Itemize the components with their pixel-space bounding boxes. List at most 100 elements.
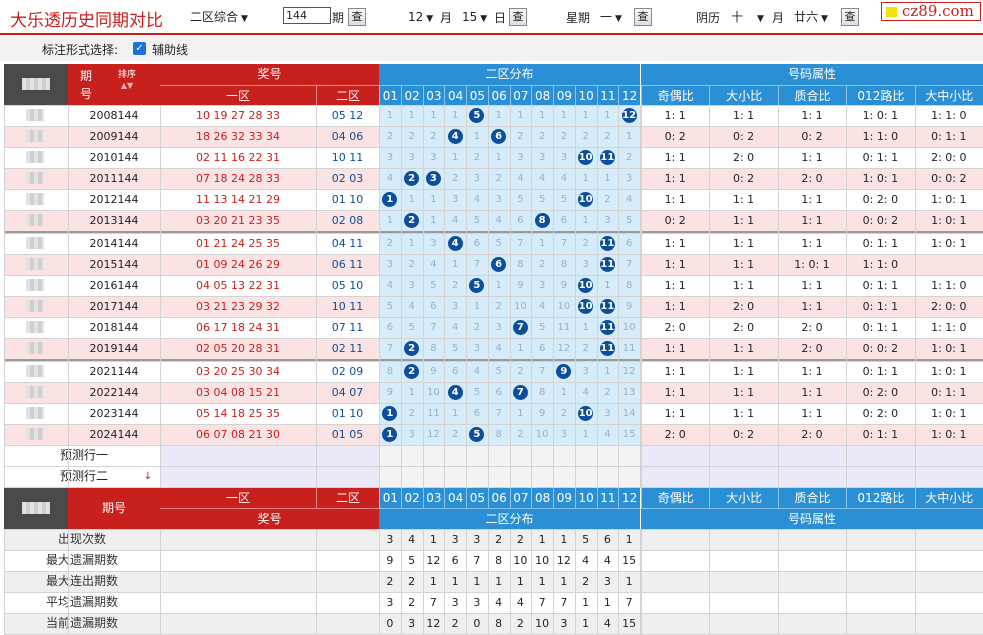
stat-value: 7 — [553, 592, 575, 613]
predict-dist-cell[interactable] — [466, 445, 488, 466]
predict-attr-area — [641, 445, 983, 466]
predict-dist-cell[interactable] — [400, 466, 423, 487]
stat-value: 1 — [618, 529, 640, 550]
query-date-button[interactable]: 查 — [509, 8, 527, 26]
query-lunar-button[interactable]: 查 — [841, 8, 859, 26]
predict-dist-cell[interactable] — [400, 445, 423, 466]
predict-dist-cell[interactable] — [422, 445, 445, 466]
query-issue-button[interactable]: 查 — [348, 8, 366, 26]
predict-dist-cell[interactable] — [531, 445, 553, 466]
row-attr: 1: 1 — [777, 361, 847, 382]
day-value: 15 — [462, 10, 478, 24]
dist-cell: 1 — [509, 338, 532, 359]
stat-value: 2 — [444, 613, 466, 634]
day-unit: 日 — [494, 11, 507, 25]
row-attr: 2: 0 — [709, 317, 778, 338]
dist-cell: 8 — [487, 424, 510, 445]
row-zone1: 10 19 27 28 33 — [160, 105, 316, 126]
predict-dist-cell[interactable] — [509, 445, 532, 466]
predict-dist-cell[interactable] — [531, 466, 553, 487]
blurred-avatar — [26, 214, 44, 226]
dist-cell: 1 — [444, 254, 466, 275]
lunar-month-select[interactable]: 十 ▼ — [731, 9, 764, 27]
attr-col-header: 奇偶比 — [641, 85, 710, 105]
predict-dist-cell[interactable] — [379, 445, 401, 466]
stat-value: 4 — [574, 550, 597, 571]
dist-cell: 1 — [422, 210, 445, 231]
row-zone1: 03 21 23 29 32 — [160, 296, 316, 317]
predict-dist-cell[interactable] — [509, 466, 532, 487]
month-select[interactable]: 12 ▼ — [408, 9, 433, 27]
stat-attr-blank — [914, 613, 983, 634]
predict-dist-cell[interactable] — [553, 445, 575, 466]
predict-dist-cell[interactable] — [487, 466, 510, 487]
grid-vline — [423, 529, 424, 634]
stat-value: 3 — [379, 592, 401, 613]
footer-dist-col-header: 02 — [400, 488, 423, 508]
predict-dist-cell[interactable] — [596, 445, 619, 466]
dist-cell: 1 — [379, 105, 401, 126]
week-select[interactable]: 一 ▼ — [600, 9, 622, 27]
stat-value: 4 — [596, 613, 619, 634]
hit-ball: 10 — [578, 150, 594, 165]
dist-cell: 9 — [553, 275, 575, 296]
row-issue: 2024144 — [68, 424, 160, 445]
predict-dist-cell[interactable] — [574, 466, 597, 487]
stat-value: 1 — [422, 571, 445, 592]
query-week-button[interactable]: 查 — [634, 8, 652, 26]
dist-cell: 1 — [553, 105, 575, 126]
predict-dist-cell[interactable] — [596, 466, 619, 487]
page-title: 大乐透历史同期对比 — [10, 11, 163, 31]
dist-col-header: 12 — [618, 85, 640, 105]
row-attr: 0: 1: 1 — [846, 317, 915, 338]
grid-vline — [444, 529, 445, 634]
row-zone1: 03 20 25 30 34 — [160, 361, 316, 382]
predict-dist-cell[interactable] — [487, 445, 510, 466]
predict-dist-cell[interactable] — [444, 466, 466, 487]
sort-arrows-icon[interactable]: ▲▼ — [112, 80, 142, 92]
day-select[interactable]: 15 ▼ — [462, 9, 487, 27]
lunar-day-select[interactable]: 廿六 ▼ — [794, 9, 828, 27]
grid-hline — [4, 105, 983, 106]
dist-cell: 6 — [444, 361, 466, 382]
footer-dist-col-header: 11 — [596, 488, 619, 508]
row-attr: 1: 1 — [641, 296, 710, 317]
predict-dist-cell[interactable] — [618, 445, 640, 466]
aux-line-checkbox[interactable]: ✓ — [133, 42, 146, 55]
row-zone2: 04 07 — [316, 382, 379, 403]
predict-dist-cell[interactable] — [574, 445, 597, 466]
hit-ball: 11 — [599, 341, 615, 356]
blurred-avatar — [26, 321, 44, 333]
predict-dist-cell[interactable] — [618, 466, 640, 487]
predict-prize-area[interactable] — [160, 445, 379, 466]
dist-cell: 1 — [487, 147, 510, 168]
blurred-avatar — [26, 407, 44, 419]
predict-dist-cell[interactable] — [553, 466, 575, 487]
row-attr: 1: 0: 1 — [914, 189, 983, 210]
dist-col-header: 02 — [400, 85, 423, 105]
predict-dist-cell[interactable] — [379, 466, 401, 487]
row-zone2: 04 06 — [316, 126, 379, 147]
blurred-avatar — [26, 237, 44, 249]
stat-value: 4 — [509, 592, 532, 613]
predict-dist-cell[interactable] — [466, 466, 488, 487]
stat-value: 12 — [553, 550, 575, 571]
dist-cell: 5 — [422, 275, 445, 296]
stat-prize-blank — [160, 550, 379, 571]
hit-ball: 4 — [447, 236, 463, 251]
dist-cell: 10 — [618, 317, 640, 338]
predict-prize-area[interactable] — [160, 466, 379, 487]
predict-dist-cell[interactable] — [422, 466, 445, 487]
dist-cell: 3 — [487, 317, 510, 338]
zone-select[interactable]: 二区综合 ▼ — [190, 9, 248, 27]
blurred-avatar — [26, 109, 44, 121]
stat-value: 3 — [466, 529, 488, 550]
predict-dist-cell[interactable] — [444, 445, 466, 466]
row-attr: 0: 1: 1 — [846, 233, 915, 254]
stat-attr-blank — [914, 592, 983, 613]
issue-input[interactable]: 144 — [283, 7, 331, 24]
dist-cell: 1 — [574, 168, 597, 189]
stat-label: 最大连出期数 — [4, 571, 160, 592]
dist-cell: 10 — [553, 296, 575, 317]
row-attr: 2: 0: 0 — [914, 296, 983, 317]
